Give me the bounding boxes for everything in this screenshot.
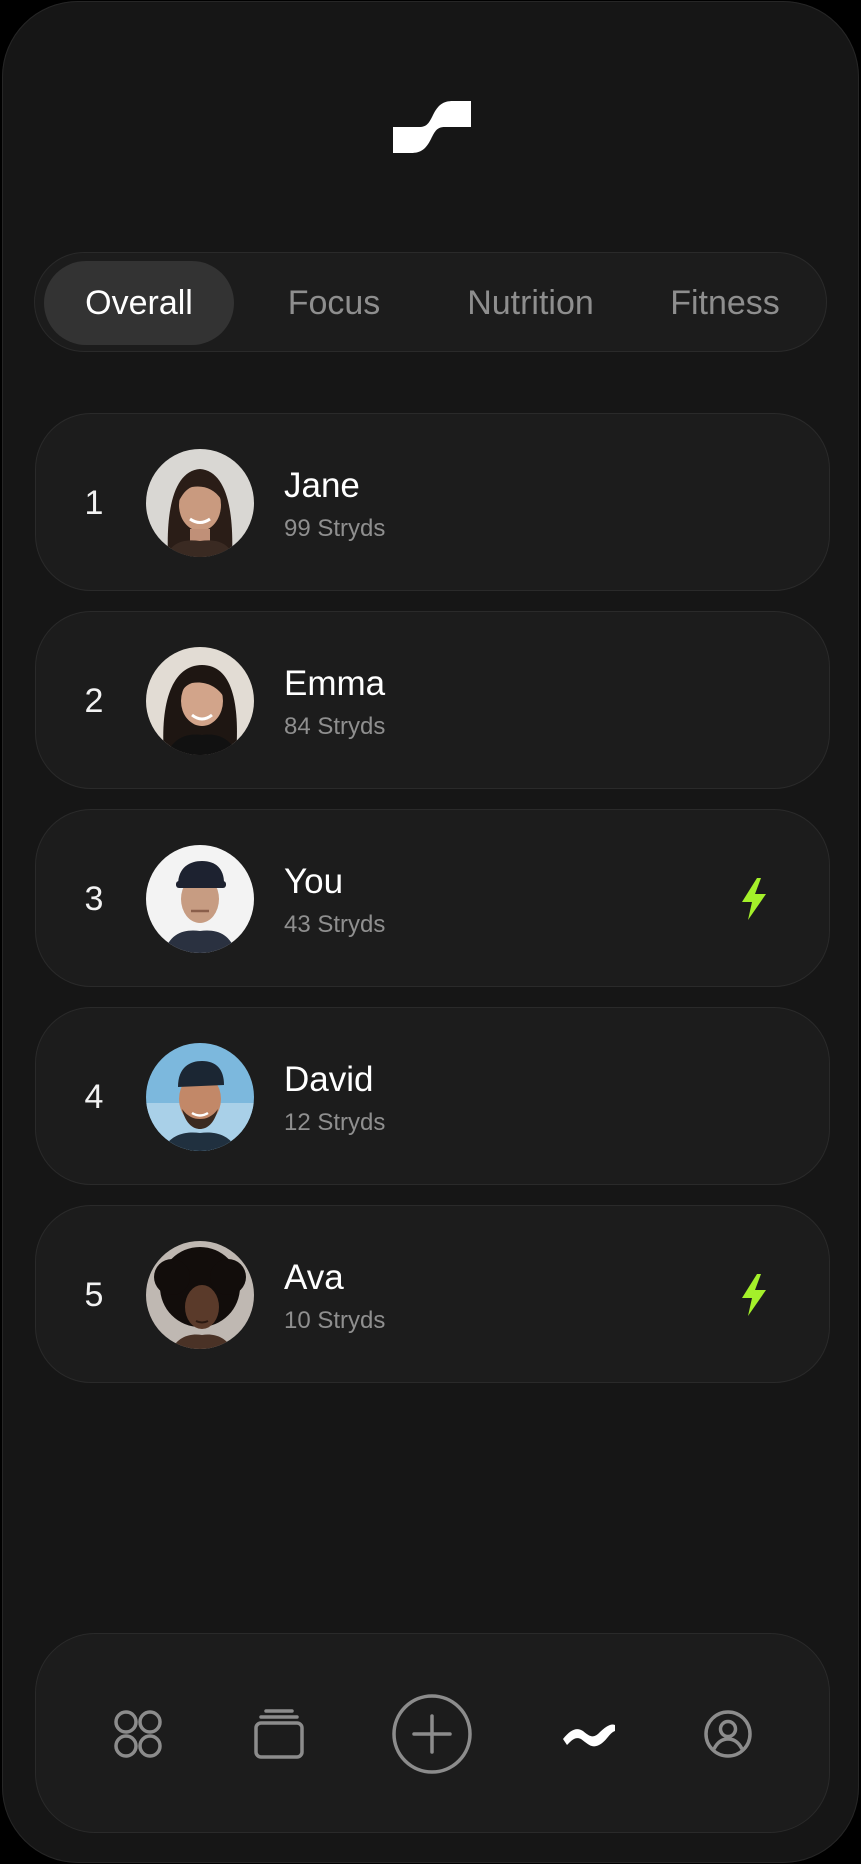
leaderboard-row[interactable]: 3 You 43 Stryds [35,809,830,987]
rank-number: 2 [84,682,104,720]
leaderboard-row[interactable]: 5 Ava 10 Stryds [35,1205,830,1383]
player-score: 84 Stryds [284,713,386,740]
nav-add-button[interactable] [382,1684,482,1784]
player-score: 43 Stryds [284,911,386,938]
player-name: Emma [284,664,386,703]
rank-number: 4 [84,1078,104,1116]
profile-icon [704,1710,752,1758]
leaderboard-row[interactable]: 2 Emma 84 Stryds [35,611,830,789]
avatar [146,1241,254,1349]
nav-leaderboard-button[interactable] [539,1684,639,1784]
tab-focus[interactable]: Focus [259,261,409,345]
phone-screen: Overall Focus Nutrition Fitness 1 Jane 9 [2,1,859,1863]
avatar-david-icon [146,1043,254,1151]
avatar [146,449,254,557]
nav-home-button[interactable] [88,1684,188,1784]
leaderboard-row[interactable]: 1 Jane 99 Stryds [35,413,830,591]
rank-number: 5 [84,1276,104,1314]
stack-icon [254,1709,304,1759]
tab-fitness[interactable]: Fitness [645,261,805,345]
player-score: 99 Stryds [284,515,386,542]
avatar-emma-icon [146,647,254,755]
grid-icon [114,1710,162,1758]
nav-stack-button[interactable] [229,1684,329,1784]
player-name: Jane [284,466,360,505]
avatar [146,845,254,953]
lightning-bolt-icon [742,878,766,920]
avatar-ava-icon [146,1241,254,1349]
nav-profile-button[interactable] [678,1684,778,1784]
player-name: David [284,1060,374,1099]
leaderboard-row[interactable]: 4 David 12 Stryds [35,1007,830,1185]
stryd-wave-icon [563,1724,615,1747]
category-tabs: Overall Focus Nutrition Fitness [34,252,827,352]
tab-nutrition[interactable]: Nutrition [443,261,618,345]
player-name: Ava [284,1258,344,1297]
lightning-bolt-icon [742,1274,766,1316]
stryd-logo-icon [393,101,471,153]
add-icon [392,1694,472,1774]
tab-overall[interactable]: Overall [44,261,234,345]
player-score: 12 Stryds [284,1109,386,1136]
player-name: You [284,862,344,901]
avatar [146,1043,254,1151]
player-score: 10 Stryds [284,1307,386,1334]
bottom-navigation [35,1633,830,1833]
avatar [146,647,254,755]
avatar-jane-icon [146,449,254,557]
avatar-you-icon [146,845,254,953]
rank-number: 3 [84,880,104,918]
rank-number: 1 [84,484,104,522]
